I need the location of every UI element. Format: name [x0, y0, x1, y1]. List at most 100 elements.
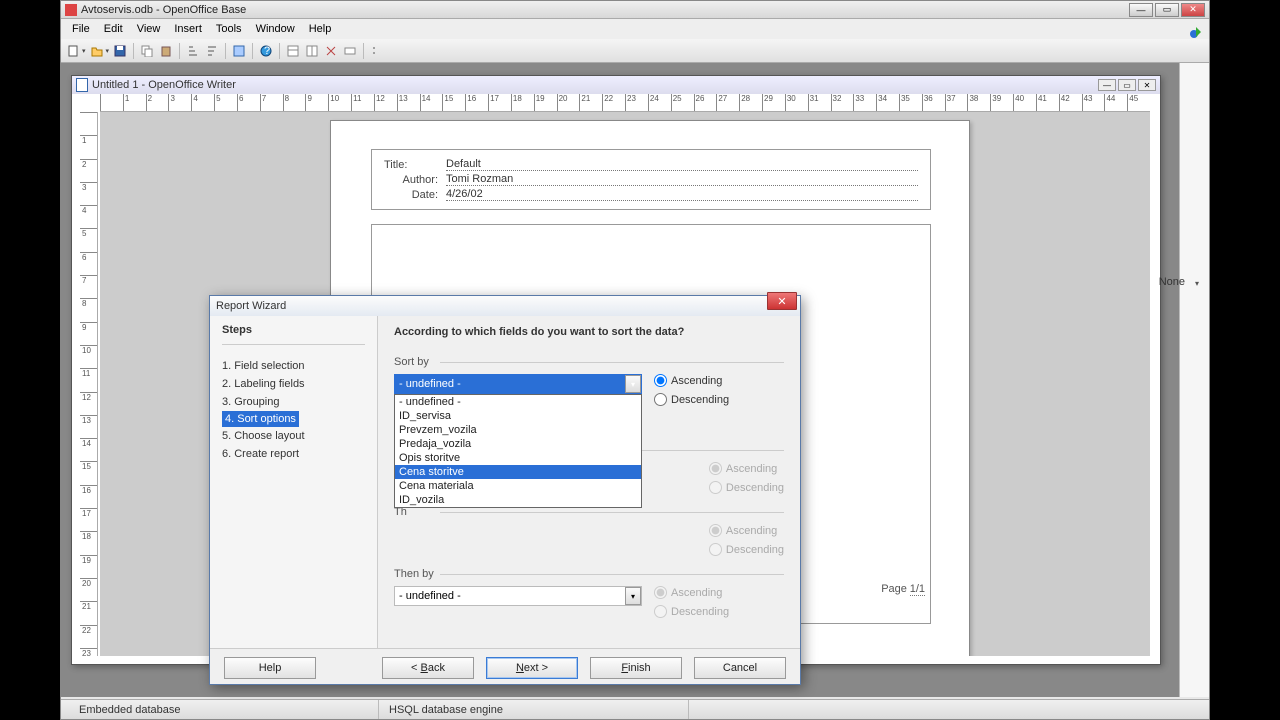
status-engine: HSQL database engine [379, 700, 689, 719]
dialog-titlebar[interactable]: Report Wizard ✕ [210, 296, 800, 316]
then-by-value: - undefined - [399, 590, 461, 602]
writer-minimize-button[interactable]: — [1098, 79, 1116, 91]
form-icon[interactable] [231, 43, 247, 59]
close-button[interactable]: ✕ [1181, 3, 1205, 17]
help-icon[interactable]: ? [258, 43, 274, 59]
title-value: Default [446, 158, 918, 171]
help-button[interactable]: Help [224, 657, 316, 679]
dropdown-option[interactable]: - undefined - [395, 395, 641, 409]
sort-by-label: Sort by [394, 356, 784, 368]
steps-panel: Steps 1. Field selection2. Labeling fiel… [210, 316, 378, 648]
menu-file[interactable]: File [65, 20, 97, 38]
dropdown-option[interactable]: Predaja_vozila [395, 437, 641, 451]
openoffice-logo-icon [1189, 25, 1203, 39]
side-panel[interactable] [1179, 63, 1209, 697]
maximize-button[interactable]: ▭ [1155, 3, 1179, 17]
step-6[interactable]: 6. Create report [222, 445, 365, 463]
sort-by-dropdown: - undefined -ID_servisaPrevzem_vozilaPre… [394, 394, 642, 508]
titlebar: Avtoservis.odb - OpenOffice Base — ▭ ✕ [61, 1, 1209, 19]
writer-close-button[interactable]: ✕ [1138, 79, 1156, 91]
menu-help[interactable]: Help [302, 20, 339, 38]
author-value: Tomi Rozman [446, 173, 918, 186]
step-2[interactable]: 2. Labeling fields [222, 375, 365, 393]
ascending-radio-4: Ascending [654, 586, 729, 599]
finish-button[interactable]: Finish [590, 657, 682, 679]
menu-insert[interactable]: Insert [167, 20, 209, 38]
dialog-title: Report Wizard [216, 300, 794, 312]
dropdown-option[interactable]: Cena materiala [395, 479, 641, 493]
delete-icon[interactable] [323, 43, 339, 59]
dropdown-option[interactable]: ID_vozila [395, 493, 641, 507]
dropdown-icon[interactable]: ▾ [106, 47, 110, 55]
dropdown-option[interactable]: ID_servisa [395, 409, 641, 423]
minimize-button[interactable]: — [1129, 3, 1153, 17]
dropdown-icon[interactable]: ▾ [82, 47, 86, 55]
save-icon[interactable] [112, 43, 128, 59]
then-by-label-3: Then by [394, 568, 784, 580]
back-button[interactable]: < Back [382, 657, 474, 679]
main-window: Avtoservis.odb - OpenOffice Base — ▭ ✕ F… [60, 0, 1210, 720]
dialog-buttons: Help < Back Next > Finish Cancel [210, 648, 800, 686]
title-label: Title: [384, 158, 444, 171]
descending-radio[interactable]: Descending [654, 393, 729, 406]
step-4[interactable]: 4. Sort options [222, 411, 299, 427]
chevron-down-icon[interactable]: ▾ [1195, 279, 1199, 288]
author-label: Author: [384, 173, 444, 186]
writer-title: Untitled 1 - OpenOffice Writer [92, 79, 1098, 91]
writer-maximize-button[interactable]: ▭ [1118, 79, 1136, 91]
menu-tools[interactable]: Tools [209, 20, 249, 38]
copy-icon[interactable] [139, 43, 155, 59]
ascending-radio[interactable]: Ascending [654, 374, 729, 387]
step-5[interactable]: 5. Choose layout [222, 427, 365, 445]
step-3[interactable]: 3. Grouping [222, 393, 365, 411]
app-icon [65, 4, 77, 16]
chevron-down-icon[interactable]: ▾ [625, 375, 641, 393]
sort-desc-icon[interactable] [204, 43, 220, 59]
vertical-ruler[interactable]: 1234567891011121314151617181920212223 [80, 112, 98, 656]
wizard-prompt: According to which fields do you want to… [394, 326, 784, 338]
grip-icon[interactable] [369, 43, 385, 59]
dropdown-option[interactable]: Cena storitve [395, 465, 641, 479]
cancel-button[interactable]: Cancel [694, 657, 786, 679]
menubar: File Edit View Insert Tools Window Help [61, 19, 1209, 39]
sort-by-value: - undefined - [399, 378, 461, 390]
report-header: Title: Default Author: Tomi Rozman Date:… [371, 149, 931, 210]
open-icon[interactable] [89, 43, 105, 59]
table2-icon[interactable] [304, 43, 320, 59]
page-number: Page 1/1 [881, 583, 925, 595]
svg-text:?: ? [264, 45, 270, 57]
window-title: Avtoservis.odb - OpenOffice Base [81, 4, 1129, 16]
menu-window[interactable]: Window [249, 20, 302, 38]
date-label: Date: [384, 188, 444, 201]
dialog-close-button[interactable]: ✕ [767, 292, 797, 310]
date-value: 4/26/02 [446, 188, 918, 201]
sort-asc-icon[interactable] [185, 43, 201, 59]
ascending-radio-2: Ascending [709, 462, 784, 475]
menu-view[interactable]: View [130, 20, 168, 38]
statusbar: Embedded database HSQL database engine [61, 699, 1209, 719]
next-button[interactable]: Next > [486, 657, 578, 679]
document-icon [76, 78, 88, 92]
rename-icon[interactable] [342, 43, 358, 59]
descending-radio-4: Descending [654, 605, 729, 618]
table-icon[interactable] [285, 43, 301, 59]
sort-by-combo[interactable]: - undefined - ▾ - undefined -ID_servisaP… [394, 374, 642, 394]
dropdown-option[interactable]: Prevzem_vozila [395, 423, 641, 437]
descending-radio-2: Descending [709, 481, 784, 494]
horizontal-ruler[interactable]: 1234567891011121314151617181920212223242… [100, 94, 1150, 112]
then-by-combo[interactable]: - undefined - ▾ [394, 586, 642, 606]
mdi-area: Untitled 1 - OpenOffice Writer — ▭ ✕ 123… [61, 63, 1209, 697]
wizard-content: According to which fields do you want to… [378, 316, 800, 648]
menu-edit[interactable]: Edit [97, 20, 130, 38]
status-db: Embedded database [69, 700, 379, 719]
new-icon[interactable] [65, 43, 81, 59]
chevron-down-icon[interactable]: ▾ [625, 587, 641, 605]
paste-icon[interactable] [158, 43, 174, 59]
toolbar: ▾ ▾ ? [61, 39, 1209, 63]
steps-heading: Steps [222, 324, 365, 345]
ascending-radio-3: Ascending [709, 524, 784, 537]
step-1[interactable]: 1. Field selection [222, 357, 365, 375]
writer-titlebar: Untitled 1 - OpenOffice Writer — ▭ ✕ [72, 76, 1160, 94]
side-panel-label: None [1159, 276, 1185, 288]
dropdown-option[interactable]: Opis storitve [395, 451, 641, 465]
